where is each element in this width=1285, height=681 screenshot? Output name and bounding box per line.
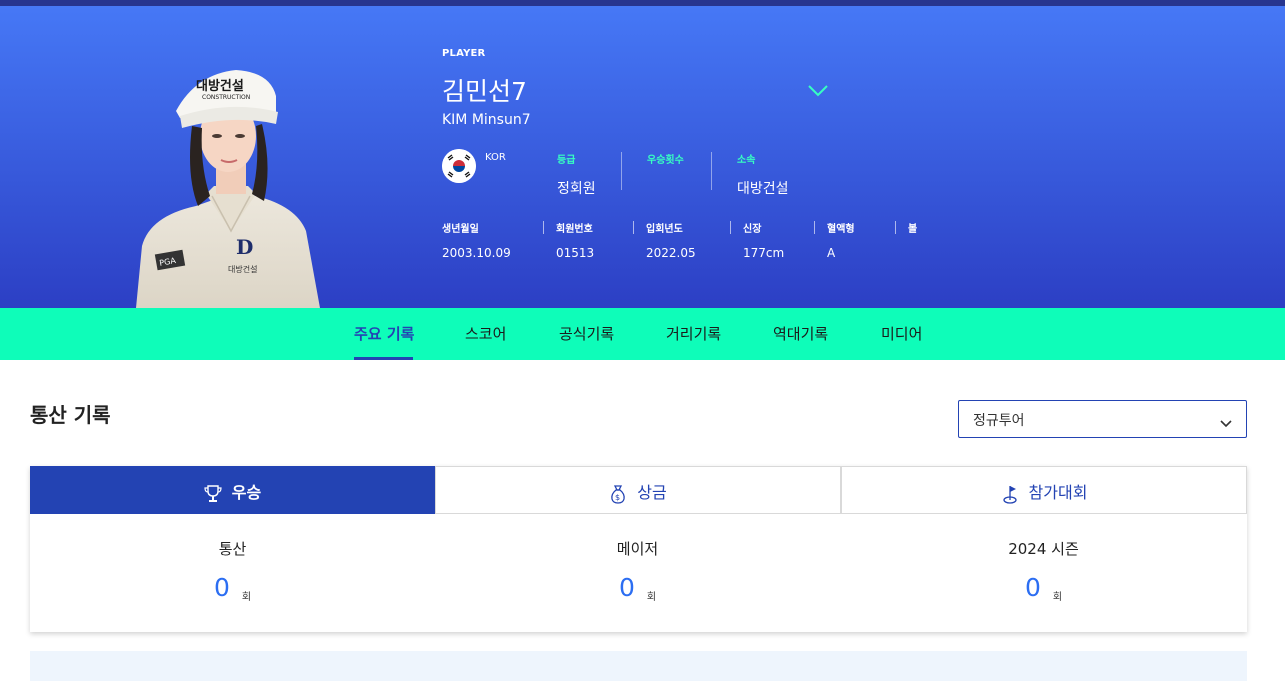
stat-unit: 회 — [1052, 592, 1063, 603]
info-wins: 우승횟수 — [647, 151, 684, 178]
stat-label: 메이저 — [616, 540, 659, 558]
info-grade: 등급 정회원 — [557, 151, 596, 198]
detail-label: 혈액형 — [827, 224, 855, 235]
cap-logo-text: 대방건설 — [196, 78, 244, 94]
tab-official-records[interactable]: 공식기록 — [559, 323, 614, 344]
record-tab-label: 참가대회 — [1028, 483, 1088, 502]
tab-history-records[interactable]: 역대기록 — [773, 323, 828, 344]
info-label: 소속 — [737, 155, 756, 166]
record-tab-label: 상금 — [637, 483, 667, 502]
divider — [543, 221, 544, 234]
detail-ball: 볼 — [908, 220, 917, 246]
player-photo: 대방건설 CONSTRUCTION D 대방건설 PGA — [136, 56, 326, 308]
notice-bar — [30, 651, 1247, 681]
detail-label: 입회년도 — [646, 224, 683, 235]
detail-height: 신장 177cm — [743, 220, 784, 260]
divider — [633, 221, 634, 234]
tab-distance-records[interactable]: 거리기록 — [666, 323, 721, 344]
stat-value: 0 — [618, 573, 635, 602]
divider — [711, 152, 712, 190]
player-tag: PLAYER — [442, 48, 486, 59]
divider — [730, 221, 731, 234]
stat-label: 통산 — [218, 540, 247, 558]
chevron-down-icon — [1220, 414, 1232, 428]
tour-select-value: 정규투어 — [973, 413, 1025, 429]
active-tab-indicator — [354, 357, 413, 360]
detail-join-year: 입회년도 2022.05 — [646, 220, 696, 260]
stat-major: 메이저 0회 — [435, 538, 840, 603]
tour-select[interactable]: 정규투어 — [958, 400, 1247, 438]
detail-value: 2022.05 — [646, 246, 696, 260]
player-hero: 대방건설 CONSTRUCTION D 대방건설 PGA PLAYER 김민선7… — [0, 6, 1285, 308]
tab-score[interactable]: 스코어 — [465, 323, 506, 344]
info-label: 우승횟수 — [647, 155, 684, 166]
money-bag-icon: $ — [609, 484, 627, 504]
detail-member-no: 회원번호 01513 — [556, 220, 594, 260]
shirt-text: 대방건설 — [228, 264, 257, 274]
detail-label: 볼 — [908, 224, 918, 235]
chevron-down-icon[interactable] — [806, 80, 830, 100]
divider — [621, 152, 622, 190]
country-code: KOR — [485, 152, 506, 163]
info-affiliation: 소속 대방건설 — [737, 151, 789, 198]
divider — [895, 221, 896, 234]
stat-value: 0 — [213, 573, 230, 602]
stat-career: 통산 0회 — [30, 538, 435, 603]
detail-label: 생년월일 — [442, 224, 479, 235]
detail-value: 01513 — [556, 246, 595, 260]
info-value: 대방건설 — [737, 181, 789, 197]
detail-label: 신장 — [743, 224, 762, 235]
player-name: 김민선7 — [442, 77, 527, 106]
stat-unit: 회 — [241, 592, 252, 603]
detail-label: 회원번호 — [556, 224, 593, 235]
record-tab-tournaments[interactable]: 참가대회 — [841, 466, 1247, 514]
player-name-en: KIM Minsun7 — [442, 112, 531, 128]
record-tab-wins[interactable]: 우승 — [30, 466, 435, 514]
record-tab-prize[interactable]: $ 상금 — [435, 466, 841, 514]
divider — [814, 221, 815, 234]
tab-media[interactable]: 미디어 — [881, 323, 922, 344]
tab-main-records[interactable]: 주요 기록 — [354, 323, 414, 344]
korea-flag-icon — [442, 149, 476, 183]
record-tab-label: 우승 — [231, 483, 262, 502]
cap-sub-text: CONSTRUCTION — [202, 94, 250, 101]
golf-flag-icon — [1001, 484, 1019, 504]
info-label: 등급 — [557, 155, 576, 166]
record-nav-tabs: 주요 기록 스코어 공식기록 거리기록 역대기록 미디어 — [0, 308, 1285, 360]
stat-unit: 회 — [646, 592, 657, 603]
detail-value: A — [827, 246, 836, 260]
section-title: 통산 기록 — [30, 403, 111, 427]
detail-value: 177cm — [743, 246, 785, 260]
stat-label: 2024 시즌 — [1008, 540, 1079, 558]
svg-text:$: $ — [615, 493, 620, 502]
stat-season: 2024 시즌 0회 — [841, 538, 1246, 603]
shirt-logo-text: D — [236, 235, 253, 259]
trophy-icon — [204, 484, 222, 504]
career-record-card: 우승 $ 상금 참가대회 통산 0회 메이저 0회 2024 시즌 0회 — [30, 466, 1247, 632]
info-value: 정회원 — [557, 181, 596, 197]
detail-blood-type: 혈액형 A — [827, 220, 855, 260]
stat-value: 0 — [1024, 573, 1041, 602]
detail-birth: 생년월일 2003.10.09 — [442, 220, 511, 260]
detail-value: 2003.10.09 — [442, 246, 511, 260]
